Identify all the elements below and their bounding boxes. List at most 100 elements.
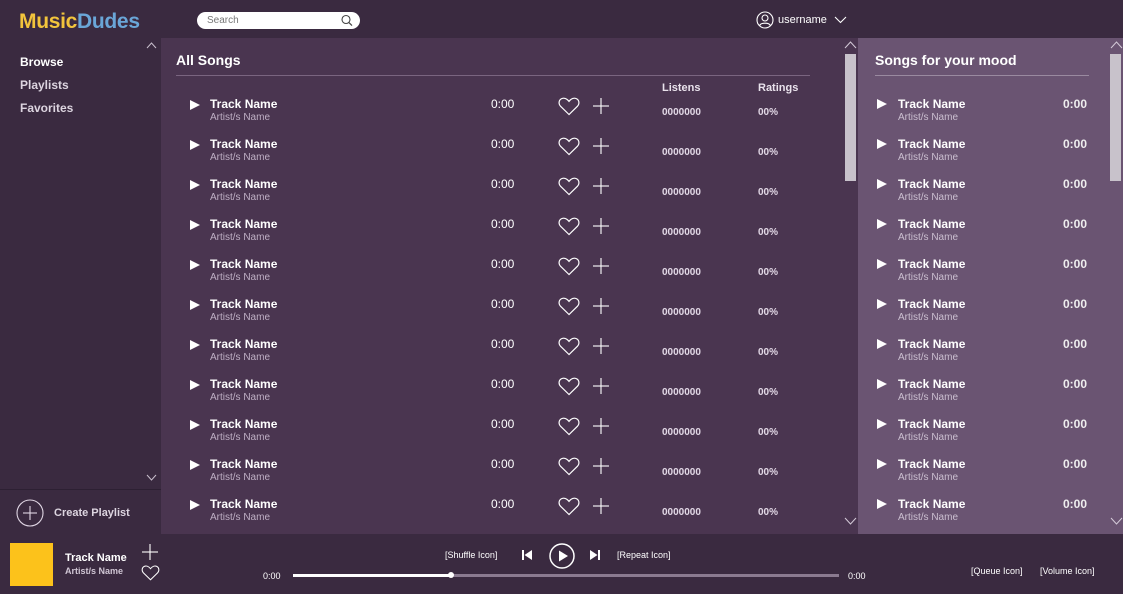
play-icon[interactable] bbox=[876, 138, 888, 150]
track-name[interactable]: Track Name bbox=[898, 377, 965, 391]
play-icon[interactable] bbox=[876, 418, 888, 430]
search-box[interactable] bbox=[197, 12, 360, 29]
add-icon[interactable] bbox=[592, 417, 610, 435]
add-icon[interactable] bbox=[592, 297, 610, 315]
play-icon[interactable] bbox=[189, 179, 201, 191]
artist-name[interactable]: Artist/s Name bbox=[898, 272, 958, 283]
add-icon[interactable] bbox=[592, 337, 610, 355]
track-name[interactable]: Track Name bbox=[898, 217, 965, 231]
play-icon[interactable] bbox=[189, 339, 201, 351]
track-name[interactable]: Track Name bbox=[898, 457, 965, 471]
chevron-down-icon[interactable] bbox=[834, 16, 847, 24]
play-icon[interactable] bbox=[876, 498, 888, 510]
artist-name[interactable]: Artist/s Name bbox=[210, 112, 270, 123]
progress-handle[interactable] bbox=[448, 572, 455, 578]
heart-icon[interactable] bbox=[558, 337, 580, 356]
track-name[interactable]: Track Name bbox=[210, 377, 277, 391]
heart-icon[interactable] bbox=[558, 497, 580, 516]
shuffle-button[interactable]: [Shuffle Icon] bbox=[445, 550, 497, 560]
artist-name[interactable]: Artist/s Name bbox=[210, 232, 270, 243]
add-icon[interactable] bbox=[592, 257, 610, 275]
track-name[interactable]: Track Name bbox=[898, 137, 965, 151]
play-pause-button[interactable] bbox=[549, 543, 575, 569]
table-row[interactable]: Track Name Artist/s Name 0:00 0000000 00% bbox=[161, 417, 841, 457]
table-row[interactable]: Track Name Artist/s Name 0:00 0000000 00% bbox=[161, 497, 841, 534]
heart-icon[interactable] bbox=[558, 177, 580, 196]
play-icon[interactable] bbox=[189, 379, 201, 391]
artist-name[interactable]: Artist/s Name bbox=[898, 352, 958, 363]
list-item[interactable]: Track Name Artist/s Name 0:00 bbox=[858, 137, 1108, 177]
play-icon[interactable] bbox=[189, 499, 201, 511]
track-name[interactable]: Track Name bbox=[210, 217, 277, 231]
track-name[interactable]: Track Name bbox=[210, 497, 277, 511]
play-icon[interactable] bbox=[189, 99, 201, 111]
add-icon[interactable] bbox=[592, 177, 610, 195]
track-name[interactable]: Track Name bbox=[210, 297, 277, 311]
track-name[interactable]: Track Name bbox=[898, 97, 965, 111]
artist-name[interactable]: Artist/s Name bbox=[210, 312, 270, 323]
heart-icon[interactable] bbox=[558, 297, 580, 316]
sidebar-item-browse[interactable]: Browse bbox=[20, 55, 63, 69]
track-name[interactable]: Track Name bbox=[210, 137, 277, 151]
play-icon[interactable] bbox=[876, 298, 888, 310]
heart-icon[interactable] bbox=[141, 565, 160, 581]
track-name[interactable]: Track Name bbox=[898, 417, 965, 431]
artist-name[interactable]: Artist/s Name bbox=[898, 472, 958, 483]
track-name[interactable]: Track Name bbox=[210, 97, 277, 111]
table-row[interactable]: Track Name Artist/s Name 0:00 0000000 00% bbox=[161, 257, 841, 297]
artist-name[interactable]: Artist/s Name bbox=[898, 392, 958, 403]
track-name[interactable]: Track Name bbox=[210, 177, 277, 191]
progress-bar[interactable] bbox=[293, 572, 839, 578]
track-name[interactable]: Track Name bbox=[210, 337, 277, 351]
table-row[interactable]: Track Name Artist/s Name 0:00 0000000 00% bbox=[161, 377, 841, 417]
heart-icon[interactable] bbox=[558, 137, 580, 156]
artist-name[interactable]: Artist/s Name bbox=[210, 432, 270, 443]
add-icon[interactable] bbox=[592, 457, 610, 475]
queue-button[interactable]: [Queue Icon] bbox=[971, 566, 1023, 576]
scrollbar-thumb[interactable] bbox=[1110, 54, 1121, 181]
add-icon[interactable] bbox=[592, 97, 610, 115]
previous-icon[interactable] bbox=[521, 549, 533, 561]
artist-name[interactable]: Artist/s Name bbox=[210, 472, 270, 483]
list-item[interactable]: Track Name Artist/s Name 0:00 bbox=[858, 297, 1108, 337]
app-logo[interactable]: MusicDudes bbox=[19, 10, 140, 34]
artist-name[interactable]: Artist/s Name bbox=[210, 152, 270, 163]
scroll-down-icon[interactable] bbox=[844, 517, 857, 525]
list-item[interactable]: Track Name Artist/s Name 0:00 bbox=[858, 257, 1108, 297]
play-icon[interactable] bbox=[189, 419, 201, 431]
track-name[interactable]: Track Name bbox=[210, 457, 277, 471]
list-item[interactable]: Track Name Artist/s Name 0:00 bbox=[858, 177, 1108, 217]
track-name[interactable]: Track Name bbox=[898, 297, 965, 311]
play-icon[interactable] bbox=[876, 258, 888, 270]
track-name[interactable]: Track Name bbox=[210, 417, 277, 431]
table-row[interactable]: Track Name Artist/s Name 0:00 0000000 00% bbox=[161, 457, 841, 497]
search-input[interactable] bbox=[207, 14, 332, 27]
list-item[interactable]: Track Name Artist/s Name 0:00 bbox=[858, 217, 1108, 257]
table-row[interactable]: Track Name Artist/s Name 0:00 0000000 00% bbox=[161, 337, 841, 377]
heart-icon[interactable] bbox=[558, 257, 580, 276]
table-row[interactable]: Track Name Artist/s Name 0:00 0000000 00% bbox=[161, 97, 841, 137]
artist-name[interactable]: Artist/s Name bbox=[210, 512, 270, 523]
play-icon[interactable] bbox=[876, 338, 888, 350]
scroll-up-icon[interactable] bbox=[844, 41, 857, 49]
track-name[interactable]: Track Name bbox=[898, 257, 965, 271]
volume-button[interactable]: [Volume Icon] bbox=[1040, 566, 1095, 576]
scroll-up-icon[interactable] bbox=[1110, 41, 1123, 49]
track-name[interactable]: Track Name bbox=[898, 497, 965, 511]
artist-name[interactable]: Artist/s Name bbox=[210, 272, 270, 283]
heart-icon[interactable] bbox=[558, 377, 580, 396]
add-icon[interactable] bbox=[592, 217, 610, 235]
scrollbar-thumb[interactable] bbox=[845, 54, 856, 181]
table-row[interactable]: Track Name Artist/s Name 0:00 0000000 00% bbox=[161, 137, 841, 177]
artist-name[interactable]: Artist/s Name bbox=[210, 392, 270, 403]
artist-name[interactable]: Artist/s Name bbox=[210, 192, 270, 203]
sidebar-item-favorites[interactable]: Favorites bbox=[20, 101, 73, 115]
heart-icon[interactable] bbox=[558, 457, 580, 476]
list-item[interactable]: Track Name Artist/s Name 0:00 bbox=[858, 497, 1108, 534]
play-icon[interactable] bbox=[189, 299, 201, 311]
artist-name[interactable]: Artist/s Name bbox=[210, 352, 270, 363]
search-icon[interactable] bbox=[340, 14, 353, 27]
play-icon[interactable] bbox=[876, 98, 888, 110]
create-playlist-button[interactable]: Create Playlist bbox=[16, 499, 130, 527]
play-icon[interactable] bbox=[876, 378, 888, 390]
